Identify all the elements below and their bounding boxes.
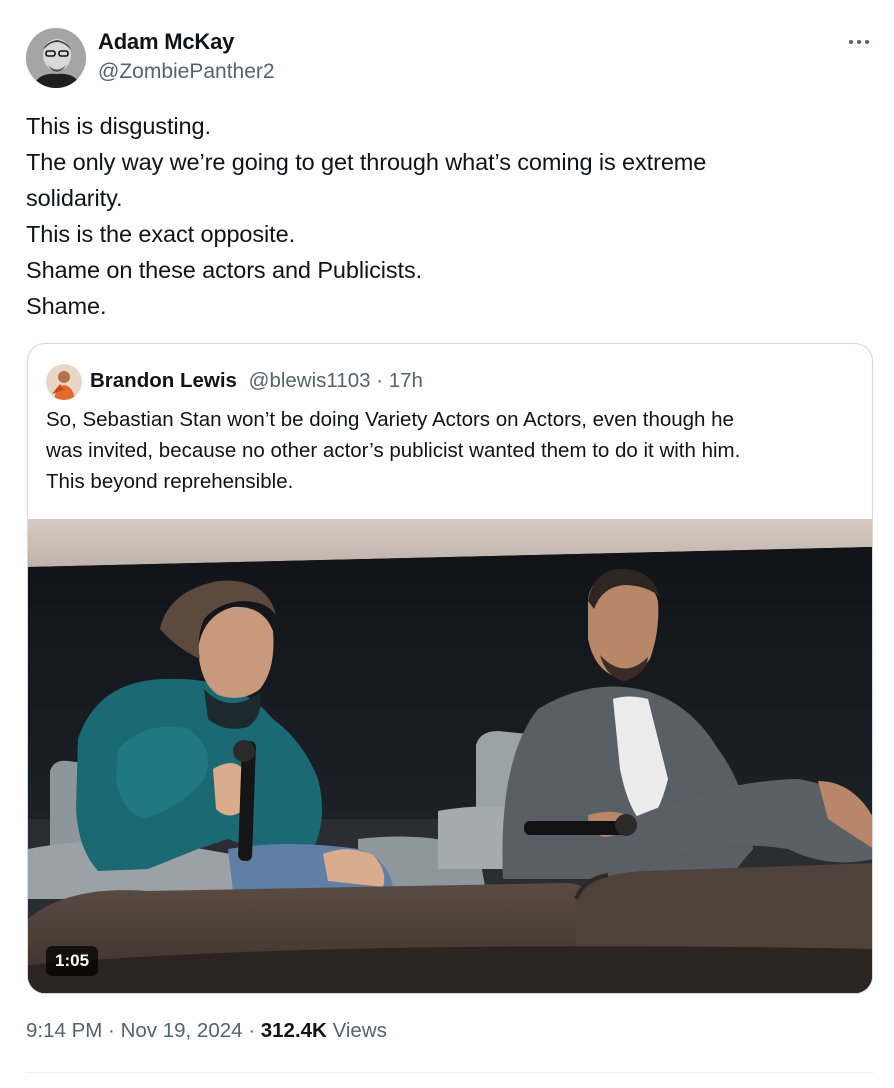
views-label: Views bbox=[332, 1019, 387, 1042]
tweet-text-line: Shame on these actors and Publicists. bbox=[26, 257, 423, 283]
meta-separator: · bbox=[370, 369, 389, 392]
tweet-text-line: This is the exact opposite. bbox=[26, 221, 295, 247]
tweet-text: This is disgusting. The only way we’re g… bbox=[26, 108, 846, 324]
quoted-author-name[interactable]: Brandon Lewis bbox=[90, 369, 237, 392]
views-count: 312.4K bbox=[260, 1019, 327, 1042]
quoted-text-line: was invited, because no other actor’s pu… bbox=[46, 439, 741, 462]
tweet-date[interactable]: Nov 19, 2024 bbox=[121, 1019, 243, 1042]
video-thumbnail bbox=[28, 519, 872, 993]
tweet-time[interactable]: 9:14 PM bbox=[26, 1019, 102, 1042]
tweet-text-line: This is disgusting. bbox=[26, 113, 211, 139]
quoted-tweet[interactable]: Brandon Lewis @blewis1103 · 17h So, Seba… bbox=[27, 343, 873, 994]
quoted-timestamp[interactable]: 17h bbox=[389, 369, 423, 392]
quoted-text: So, Sebastian Stan won’t be doing Variet… bbox=[46, 404, 856, 497]
quoted-text-line: So, Sebastian Stan won’t be doing Variet… bbox=[46, 408, 734, 431]
author-name[interactable]: Adam McKay bbox=[98, 29, 234, 55]
tweet: Adam McKay @ZombiePanther2 This is disgu… bbox=[0, 0, 894, 1088]
more-options-icon[interactable] bbox=[844, 30, 874, 54]
meta-separator: · bbox=[102, 1019, 121, 1042]
video-player[interactable]: 1:05 bbox=[28, 519, 872, 993]
quoted-text-line: This beyond reprehensible. bbox=[46, 470, 294, 493]
divider bbox=[26, 1072, 874, 1073]
tweet-text-line: Shame. bbox=[26, 293, 107, 319]
author-handle[interactable]: @ZombiePanther2 bbox=[98, 60, 275, 84]
tweet-text-line: The only way we’re going to get through … bbox=[26, 149, 707, 175]
author-avatar[interactable] bbox=[26, 28, 86, 88]
meta-separator: · bbox=[242, 1019, 261, 1042]
tweet-footer: 9:14 PM · Nov 19, 2024 · 312.4K Views bbox=[26, 1019, 387, 1043]
tweet-text-line: solidarity. bbox=[26, 185, 123, 211]
quoted-author-handle[interactable]: @blewis1103 bbox=[249, 369, 371, 392]
quoted-header: Brandon Lewis @blewis1103 · 17h bbox=[90, 369, 423, 393]
video-duration-badge: 1:05 bbox=[46, 946, 99, 976]
quoted-author-avatar[interactable] bbox=[46, 364, 82, 400]
